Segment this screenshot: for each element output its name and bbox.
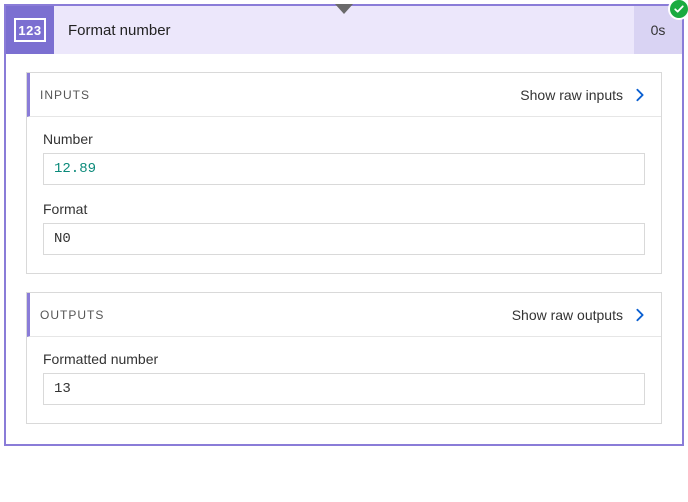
format-field-value: N0 [43, 223, 645, 255]
show-raw-inputs-label: Show raw inputs [520, 87, 623, 103]
success-badge-icon [668, 0, 688, 20]
number-field-label: Number [43, 131, 645, 147]
outputs-section: OUTPUTS Show raw outputs Formatted numbe… [26, 292, 662, 424]
action-icon-text: 123 [14, 18, 46, 42]
inputs-section: INPUTS Show raw inputs Number 12.89 Form… [26, 72, 662, 274]
show-raw-outputs-button[interactable]: Show raw outputs [512, 307, 647, 323]
formatted-number-field-label: Formatted number [43, 351, 645, 367]
show-raw-outputs-label: Show raw outputs [512, 307, 623, 323]
action-icon: 123 [6, 6, 54, 54]
chevron-right-icon [633, 88, 647, 102]
inputs-label: INPUTS [40, 88, 90, 102]
outputs-header: OUTPUTS Show raw outputs [27, 293, 661, 337]
outputs-body: Formatted number 13 [27, 337, 661, 423]
format-field: Format N0 [43, 201, 645, 255]
inputs-header: INPUTS Show raw inputs [27, 73, 661, 117]
format-field-label: Format [43, 201, 645, 217]
flow-arrow-icon [335, 4, 353, 14]
outputs-label: OUTPUTS [40, 308, 104, 322]
number-field-value: 12.89 [43, 153, 645, 185]
show-raw-inputs-button[interactable]: Show raw inputs [520, 87, 647, 103]
number-field: Number 12.89 [43, 131, 645, 185]
formatted-number-field-value: 13 [43, 373, 645, 405]
inputs-body: Number 12.89 Format N0 [27, 117, 661, 273]
chevron-right-icon [633, 308, 647, 322]
card-body: INPUTS Show raw inputs Number 12.89 Form… [6, 54, 682, 444]
action-card: 123 Format number 0s INPUTS Show raw inp… [4, 4, 684, 446]
formatted-number-field: Formatted number 13 [43, 351, 645, 405]
